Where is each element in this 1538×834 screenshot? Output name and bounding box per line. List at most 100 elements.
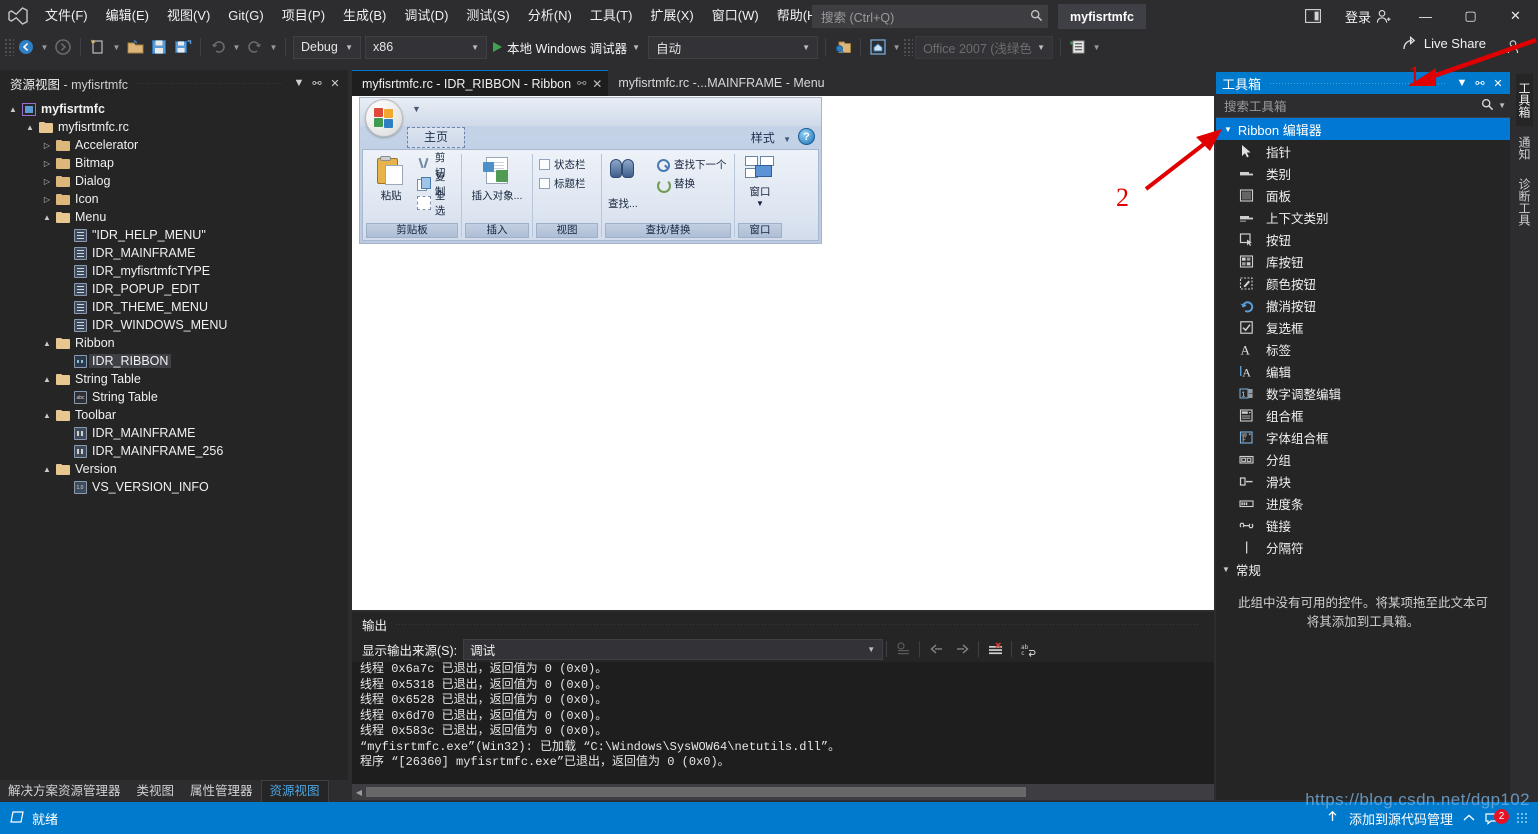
- toolbox-item-spin-edit[interactable]: 1 数字调整编辑: [1216, 382, 1510, 404]
- toolbox-item-link[interactable]: 链接: [1216, 514, 1510, 536]
- navigate-forward-icon[interactable]: [51, 35, 75, 59]
- close-icon[interactable]: ✕: [1489, 73, 1507, 93]
- debug-auto-combo[interactable]: 自动 ▼: [648, 35, 819, 59]
- toolbox-search-dropdown-icon[interactable]: ▼: [1494, 101, 1506, 110]
- chevron-down-icon[interactable]: ▼: [632, 43, 640, 52]
- expander-icon[interactable]: ▲: [23, 123, 37, 132]
- tab-menu-editor[interactable]: myfisrtmfc.rc -...MAINFRAME - Menu: [608, 70, 830, 96]
- tab-ribbon-designer[interactable]: myfisrtmfc.rc - IDR_RIBBON - Ribbon ⚯ ✕: [352, 70, 609, 96]
- left-tab-属性管理器[interactable]: 属性管理器: [182, 781, 261, 802]
- ribbon-help-icon[interactable]: ?: [798, 128, 815, 145]
- ribbon-group-find-replace[interactable]: 查找... 查找下一个 替换 查找/替换: [602, 150, 734, 240]
- live-share-button[interactable]: Live Share: [1402, 36, 1486, 51]
- undo-icon[interactable]: [206, 35, 230, 59]
- ribbon-button-paste[interactable]: 粘贴: [369, 154, 413, 203]
- output-text-area[interactable]: 线程 0x6a7c 已退出，返回值为 0 (0x0)。 线程 0x5318 已退出…: [352, 662, 1214, 784]
- menu-item-edit[interactable]: 编辑(E): [97, 0, 158, 32]
- expander-icon[interactable]: ▲: [40, 339, 54, 348]
- menu-item-git[interactable]: Git(G): [219, 0, 272, 32]
- vertical-tab-notifications[interactable]: 通知: [1516, 128, 1533, 168]
- vertical-tab-diagnostics[interactable]: 诊断工具: [1516, 170, 1533, 234]
- menu-item-analyze[interactable]: 分析(N): [519, 0, 581, 32]
- toggle-word-wrap-icon[interactable]: ab c: [1015, 638, 1041, 660]
- redo-dropdown-icon[interactable]: ▼: [267, 35, 280, 59]
- menu-item-test[interactable]: 测试(S): [457, 0, 518, 32]
- left-tab-解决方案资源管理器[interactable]: 解决方案资源管理器: [0, 781, 129, 802]
- toolbox-item-group[interactable]: 分组: [1216, 448, 1510, 470]
- tree-item-idr_myfisrtmfctype[interactable]: IDR_myfisrtmfcTYPE: [0, 262, 348, 280]
- toolbox-item-category[interactable]: 类别: [1216, 162, 1510, 184]
- panel-dropdown-icon[interactable]: ▼: [290, 73, 308, 93]
- toolbox-item-pointer[interactable]: 指针: [1216, 140, 1510, 162]
- new-project-icon[interactable]: [86, 35, 110, 59]
- toolbox-group-ribbon-editor[interactable]: ▼ Ribbon 编辑器: [1216, 118, 1510, 140]
- close-button[interactable]: ✕: [1493, 0, 1538, 32]
- expander-icon[interactable]: ▲: [40, 375, 54, 384]
- tree-item-dialog[interactable]: ▷ Dialog: [0, 172, 348, 190]
- pin-icon[interactable]: ⚯: [308, 73, 326, 93]
- ribbon-style-combo[interactable]: Office 2007 (浅绿色) ▼: [915, 35, 1054, 59]
- tree-item-bitmap[interactable]: ▷ Bitmap: [0, 154, 348, 172]
- tree-item-toolbar[interactable]: ▲ Toolbar: [0, 406, 348, 424]
- menu-item-project[interactable]: 项目(P): [273, 0, 334, 32]
- toolbox-item-context-category[interactable]: 上下文类别: [1216, 206, 1510, 228]
- ribbon-group-insert[interactable]: 插入对象... 插入: [462, 150, 532, 240]
- add-to-source-control-label[interactable]: 添加到源代码管理: [1349, 809, 1453, 828]
- toolbox-search-input[interactable]: 搜索工具箱 ▼: [1216, 94, 1510, 118]
- toolbox-item-color-button[interactable]: 颜色按钮: [1216, 272, 1510, 294]
- output-source-combo[interactable]: 调试 ▼: [463, 638, 884, 660]
- expander-icon[interactable]: ▷: [40, 195, 54, 204]
- checkbox-icon[interactable]: [539, 159, 550, 170]
- toolbox-item-gallery-button[interactable]: 库按钮: [1216, 250, 1510, 272]
- close-icon[interactable]: ✕: [326, 73, 344, 93]
- pin-icon[interactable]: ⚯: [577, 77, 586, 90]
- menu-item-window[interactable]: 窗口(W): [703, 0, 768, 32]
- menu-item-tools[interactable]: 工具(T): [581, 0, 642, 32]
- expander-icon[interactable]: ▲: [6, 105, 20, 114]
- toolbox-group-general[interactable]: ▼ 常规: [1216, 558, 1510, 580]
- tree-item-idr_windows_menu[interactable]: IDR_WINDOWS_MENU: [0, 316, 348, 334]
- ribbon-quick-access-toolbar[interactable]: ▼: [360, 98, 821, 137]
- tree-item-idr_mainframe[interactable]: IDR_MAINFRAME: [0, 424, 348, 442]
- toolbox-item-edit[interactable]: A 编辑: [1216, 360, 1510, 382]
- tree-item-menu[interactable]: ▲ Menu: [0, 208, 348, 226]
- checkbox-icon[interactable]: [539, 178, 550, 189]
- maximize-button[interactable]: ▢: [1448, 0, 1493, 32]
- tree-item-myfisrtmfc[interactable]: ▲ myfisrtmfc: [0, 100, 348, 118]
- expander-icon[interactable]: ▲: [40, 465, 54, 474]
- scroll-left-icon[interactable]: ◀: [352, 788, 366, 797]
- qat-dropdown-icon[interactable]: ▼: [412, 104, 421, 114]
- clear-output-icon[interactable]: [982, 638, 1008, 660]
- ribbon-group-view[interactable]: 状态栏 标题栏 视图: [533, 150, 601, 240]
- expander-icon[interactable]: ▲: [40, 213, 54, 222]
- panel-dropdown-icon[interactable]: ▼: [1453, 73, 1471, 93]
- close-icon[interactable]: ✕: [592, 77, 602, 91]
- toolbox-item-font-combobox[interactable]: F 字体组合框: [1216, 426, 1510, 448]
- menu-item-file[interactable]: 文件(F): [36, 0, 97, 32]
- menu-item-debug[interactable]: 调试(D): [395, 0, 457, 32]
- menu-item-build[interactable]: 生成(B): [334, 0, 395, 32]
- toolbox-item-panel[interactable]: 面板: [1216, 184, 1510, 206]
- tree-item-icon[interactable]: ▷ Icon: [0, 190, 348, 208]
- toolbox-item-button[interactable]: 按钮: [1216, 228, 1510, 250]
- start-debug-button[interactable]: 本地 Windows 调试器 ▼: [489, 35, 644, 59]
- toolbox-item-separator[interactable]: 分隔符: [1216, 536, 1510, 558]
- ribbon-style-selector[interactable]: 样式 ▼: [751, 129, 791, 146]
- toolbox-item-progressbar[interactable]: 进度条: [1216, 492, 1510, 514]
- ribbon-preview[interactable]: ▼ 主页 样式 ▼ ? 粘贴 剪切 复制 全选 剪贴板 插入对象... 插入 状…: [359, 97, 822, 244]
- sign-in-button[interactable]: 登录: [1333, 0, 1403, 32]
- navigate-backward-icon[interactable]: [14, 35, 38, 59]
- ribbon-button-insert-object[interactable]: 插入对象...: [468, 154, 526, 203]
- ribbon-button-select-all[interactable]: 全选: [417, 190, 455, 217]
- toolbox-dropdown-icon[interactable]: ▼: [1090, 35, 1103, 59]
- send-feedback-icon[interactable]: [1293, 0, 1333, 32]
- save-icon[interactable]: [147, 35, 171, 59]
- pin-icon[interactable]: ⚯: [1471, 73, 1489, 93]
- tree-item-idr_mainframe_256[interactable]: IDR_MAINFRAME_256: [0, 442, 348, 460]
- undo-dropdown-icon[interactable]: ▼: [230, 35, 243, 59]
- tree-item-ribbon[interactable]: ▲ Ribbon: [0, 334, 348, 352]
- left-tab-类视图[interactable]: 类视图: [129, 781, 183, 802]
- expander-icon[interactable]: ▷: [40, 159, 54, 168]
- expander-icon[interactable]: ▷: [40, 177, 54, 186]
- tree-item-stringtable[interactable]: ▲ String Table: [0, 370, 348, 388]
